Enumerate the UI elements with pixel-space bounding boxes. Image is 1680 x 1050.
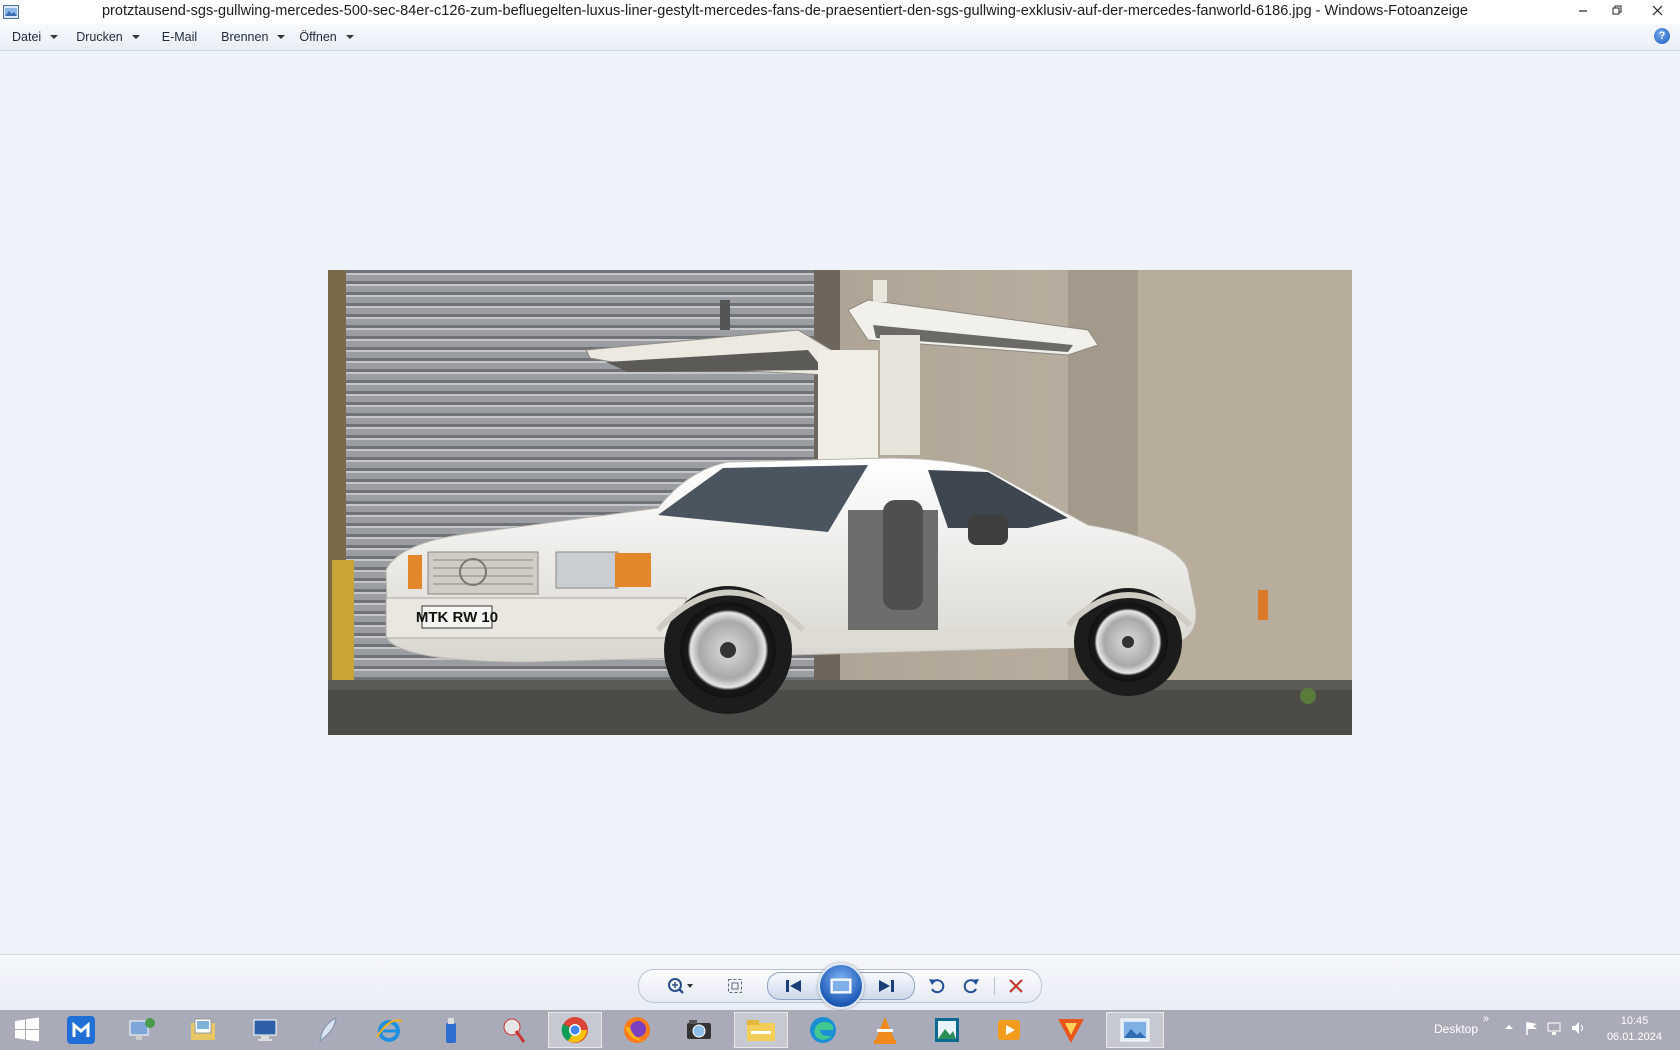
menu-datei-label: Datei <box>12 30 42 44</box>
chrome-icon[interactable] <box>548 1012 602 1048</box>
rotate-left-icon[interactable] <box>926 975 948 997</box>
menu-drucken-label: Drucken <box>76 30 123 44</box>
chevron-down-icon <box>277 35 286 39</box>
internet-explorer-icon[interactable] <box>362 1012 416 1048</box>
displayed-photo[interactable]: MTK RW 10 <box>328 270 1352 735</box>
menu-oeffnen[interactable]: Öffnen <box>293 25 359 49</box>
feather-icon[interactable] <box>300 1012 354 1048</box>
desktop-toolbar-label[interactable]: Desktop <box>1434 1022 1478 1036</box>
help-icon[interactable]: ? <box>1654 28 1670 44</box>
zoom-icon[interactable] <box>664 975 698 997</box>
actual-size-icon[interactable] <box>724 975 746 997</box>
computer-icon[interactable] <box>238 1012 292 1048</box>
window-title: protztausend-sgs-gullwing-mercedes-500-s… <box>101 3 1468 19</box>
taskbar: Desktop » 10:45 06.01.2024 <box>0 1010 1680 1050</box>
title-bar: protztausend-sgs-gullwing-mercedes-500-s… <box>0 0 1680 24</box>
slideshow-icon[interactable] <box>818 963 864 1009</box>
show-hidden-icons-icon[interactable] <box>1504 1020 1514 1035</box>
chevron-down-icon <box>50 35 59 39</box>
divider <box>994 977 995 995</box>
menu-email[interactable]: E-Mail <box>156 25 203 49</box>
clock-time: 10:45 <box>1620 1015 1649 1027</box>
toolbar-chevron[interactable]: » <box>1483 1013 1489 1025</box>
menu-oeffnen-label: Öffnen <box>299 30 337 44</box>
next-icon[interactable] <box>872 975 900 997</box>
photo-viewer-task-icon[interactable] <box>1106 1012 1164 1048</box>
control-bar <box>0 954 1680 1011</box>
camera-icon[interactable] <box>672 1012 726 1048</box>
chevron-down-icon <box>131 35 140 39</box>
network-computer-icon[interactable] <box>114 1012 168 1048</box>
photo-viewport: MTK RW 10 <box>0 51 1680 954</box>
maxthon-icon[interactable] <box>54 1012 108 1048</box>
delete-icon[interactable] <box>1005 975 1027 997</box>
vivaldi-icon[interactable] <box>1044 1012 1098 1048</box>
network-icon[interactable] <box>1546 1020 1562 1039</box>
restore-icon[interactable] <box>1600 0 1634 20</box>
clock[interactable]: 10:45 06.01.2024 <box>1607 1013 1662 1045</box>
menu-drucken[interactable]: Drucken <box>70 25 146 49</box>
folder-image-icon[interactable] <box>176 1012 230 1048</box>
menu-brennen-label: Brennen <box>221 30 269 44</box>
firefox-icon[interactable] <box>610 1012 664 1048</box>
image-viewer-icon[interactable] <box>920 1012 974 1048</box>
chevron-down-icon <box>345 35 354 39</box>
minimize-icon[interactable] <box>1566 0 1600 20</box>
usb-drive-icon[interactable] <box>424 1012 478 1048</box>
clock-date: 06.01.2024 <box>1606 1031 1662 1043</box>
menu-brennen[interactable]: Brennen <box>215 25 291 49</box>
edge-icon[interactable] <box>796 1012 850 1048</box>
vlc-icon[interactable] <box>858 1012 912 1048</box>
action-center-flag-icon[interactable] <box>1524 1020 1540 1039</box>
windows-start-icon[interactable] <box>0 1012 54 1048</box>
paint-tool-icon[interactable] <box>486 1012 540 1048</box>
license-plate-text: MTK RW 10 <box>416 609 498 626</box>
rotate-right-icon[interactable] <box>960 975 982 997</box>
file-explorer-icon[interactable] <box>734 1012 788 1048</box>
previous-icon[interactable] <box>780 975 808 997</box>
close-icon[interactable] <box>1634 0 1680 20</box>
menu-email-label: E-Mail <box>161 30 198 44</box>
media-player-icon[interactable] <box>982 1012 1036 1048</box>
menu-datei[interactable]: Datei <box>6 25 64 49</box>
menu-bar: Datei Drucken E-Mail Brennen Öffnen ? <box>0 24 1680 51</box>
volume-icon[interactable] <box>1570 1020 1586 1039</box>
